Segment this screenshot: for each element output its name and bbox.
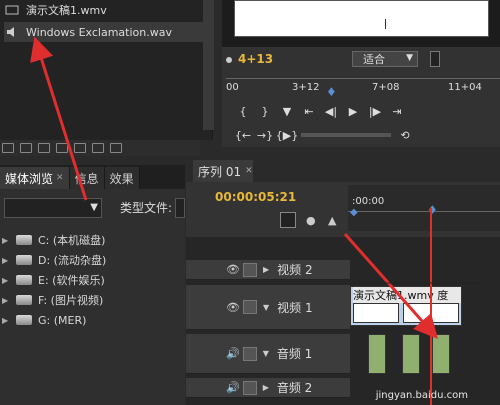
- premiere-workspace: 演示文稿1.wmv Windows Exclamation.wav 媒体浏览 ✕…: [0, 0, 500, 405]
- arrow-to-audio-file: [30, 36, 88, 201]
- watermark: jingyan.baidu.com: [375, 390, 468, 401]
- arrow-to-audio-clip: [343, 233, 438, 339]
- annotation-arrows: [30, 36, 480, 339]
